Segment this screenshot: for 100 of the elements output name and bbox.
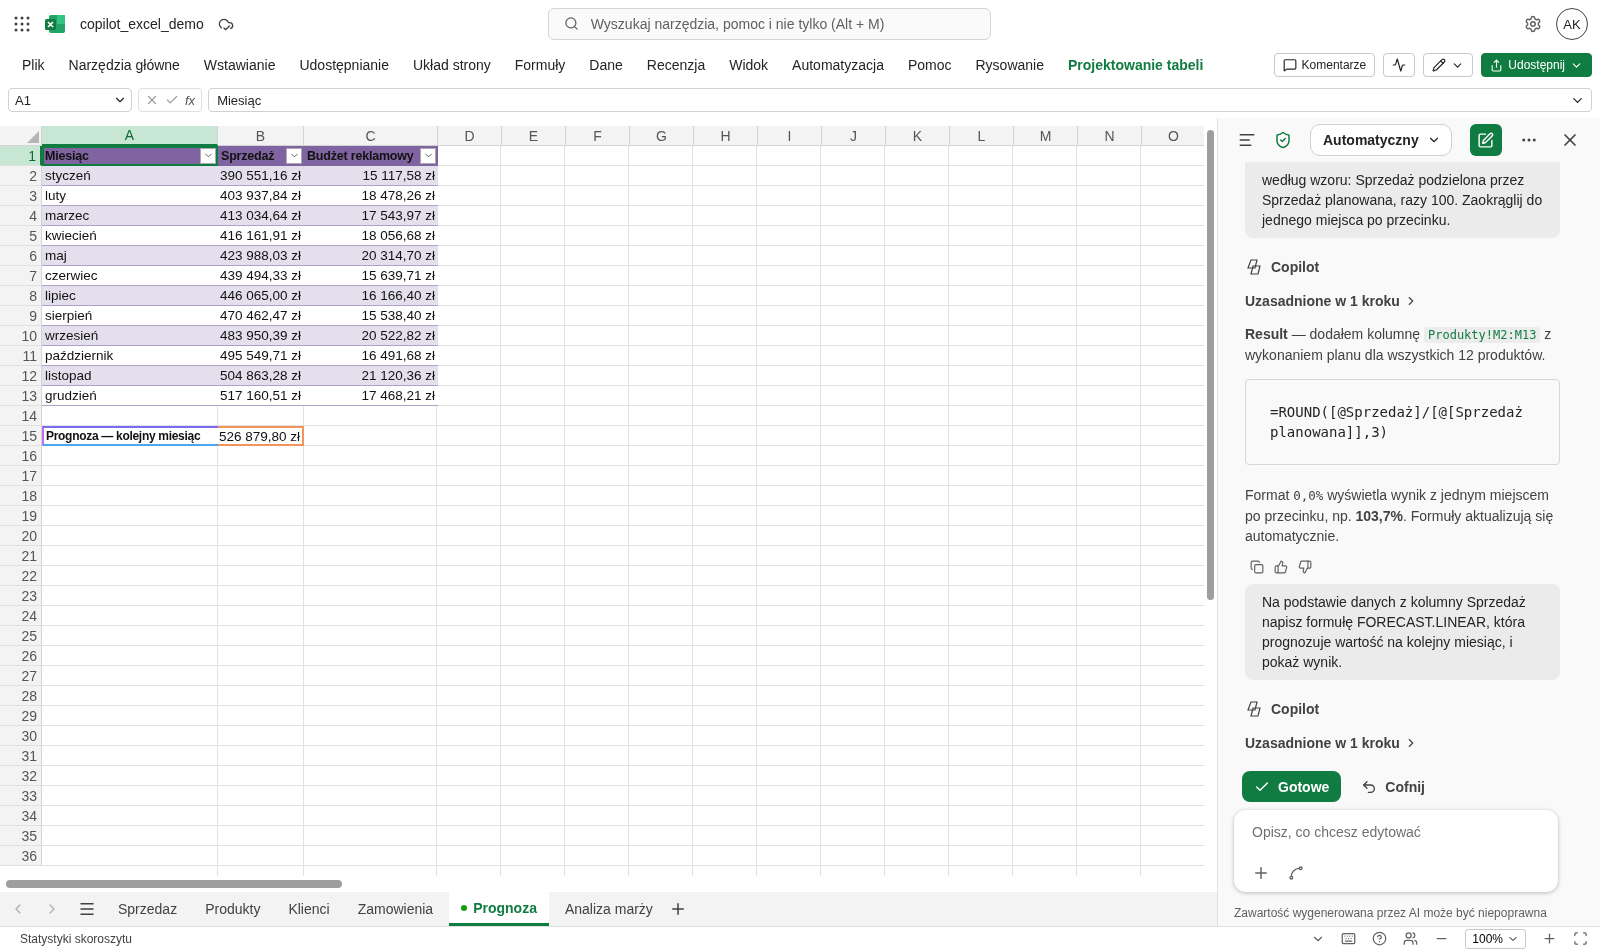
people-icon[interactable] xyxy=(1403,931,1419,946)
sheet-tab[interactable]: Klienci xyxy=(276,892,342,926)
row-header[interactable]: 36 xyxy=(0,846,42,866)
row-header[interactable]: 32 xyxy=(0,766,42,786)
row-header[interactable]: 27 xyxy=(0,666,42,686)
file-name[interactable]: copilot_excel_demo xyxy=(80,16,204,32)
confirm-icon[interactable] xyxy=(165,93,179,107)
menu-icon[interactable] xyxy=(1238,131,1256,149)
insert-function-button[interactable]: fx xyxy=(185,92,196,108)
keyboard-icon[interactable] xyxy=(1341,931,1357,946)
row-header[interactable]: 11 xyxy=(0,346,42,366)
row-header[interactable]: 29 xyxy=(0,706,42,726)
settings-icon[interactable] xyxy=(1524,15,1542,33)
ribbon-tab[interactable]: Recenzja xyxy=(634,57,718,73)
filter-button[interactable] xyxy=(286,147,302,164)
link-icon[interactable] xyxy=(1288,864,1304,882)
ribbon-tab[interactable]: Dane xyxy=(577,57,635,73)
formula-field[interactable]: Miesiąc xyxy=(208,88,1592,112)
zoom-in-icon[interactable] xyxy=(1542,931,1557,946)
row-header[interactable]: 16 xyxy=(0,446,42,466)
reasoning-link[interactable]: Uzasadnione w 1 kroku xyxy=(1245,286,1418,316)
column-header[interactable]: N xyxy=(1078,126,1142,146)
prompt-box[interactable]: Opisz, co chcesz edytować xyxy=(1234,810,1558,892)
column-header[interactable]: J xyxy=(822,126,886,146)
ribbon-tab[interactable]: Plik xyxy=(10,57,57,73)
done-button[interactable]: Gotowe xyxy=(1242,771,1342,802)
row-header[interactable]: 21 xyxy=(0,546,42,566)
share-button[interactable]: Udostępnij xyxy=(1481,53,1592,77)
row-header[interactable]: 20 xyxy=(0,526,42,546)
menu-icon[interactable] xyxy=(78,900,96,918)
prompt-field[interactable]: Opisz, co chcesz edytować xyxy=(1252,820,1544,844)
row-header[interactable]: 24 xyxy=(0,606,42,626)
scrollbar-thumb[interactable] xyxy=(1207,130,1214,600)
ribbon-tab[interactable]: Formuły xyxy=(502,57,578,73)
row-header[interactable]: 12 xyxy=(0,366,42,386)
row-header[interactable]: 7 xyxy=(0,266,42,286)
thumbs-up-icon[interactable] xyxy=(1274,560,1288,574)
row-header[interactable]: 19 xyxy=(0,506,42,526)
sheet-tab[interactable]: Zamowienia xyxy=(345,892,446,926)
column-header[interactable]: H xyxy=(694,126,758,146)
ribbon-tab[interactable]: Projektowanie tabeli xyxy=(1056,57,1216,73)
column-header[interactable]: E xyxy=(502,126,566,146)
ribbon-tab[interactable]: Widok xyxy=(717,57,781,73)
row-header[interactable]: 28 xyxy=(0,686,42,706)
ribbon-tab[interactable]: Automatyzacja xyxy=(780,57,896,73)
row-header[interactable]: 4 xyxy=(0,206,42,226)
row-header[interactable]: 10 xyxy=(0,326,42,346)
column-header[interactable]: I xyxy=(758,126,822,146)
row-header[interactable]: 2 xyxy=(0,166,42,186)
column-header[interactable]: F xyxy=(566,126,630,146)
ribbon-tab[interactable]: Narzędzia główne xyxy=(56,57,192,73)
ribbon-tab[interactable]: Układ strony xyxy=(400,57,503,73)
copy-icon[interactable] xyxy=(1250,560,1264,574)
column-header[interactable]: K xyxy=(886,126,950,146)
row-header[interactable]: 8 xyxy=(0,286,42,306)
row-header[interactable]: 18 xyxy=(0,486,42,506)
column-header[interactable]: G xyxy=(630,126,694,146)
sheet-tab[interactable]: Analiza marży xyxy=(552,892,665,926)
editing-button[interactable] xyxy=(1423,53,1474,77)
cancel-icon[interactable] xyxy=(145,93,159,107)
workbook-statistics[interactable]: Statystyki skoroszytu xyxy=(20,931,133,946)
mode-dropdown[interactable]: Automatyczny xyxy=(1310,124,1452,156)
column-header[interactable]: A xyxy=(42,126,218,146)
sheet-tab[interactable]: Prognoza xyxy=(449,892,549,926)
column-header[interactable]: M xyxy=(1014,126,1078,146)
ribbon-tab[interactable]: Pomoc xyxy=(895,57,964,73)
row-header[interactable]: 1 xyxy=(0,146,42,166)
row-header[interactable]: 35 xyxy=(0,826,42,846)
column-header[interactable]: C xyxy=(304,126,438,146)
row-header[interactable]: 22 xyxy=(0,566,42,586)
ribbon-tab[interactable]: Udostępnianie xyxy=(287,57,401,73)
activity-button[interactable] xyxy=(1383,53,1416,77)
row-header[interactable]: 25 xyxy=(0,626,42,646)
row-header[interactable]: 34 xyxy=(0,806,42,826)
column-header[interactable]: O xyxy=(1142,126,1204,146)
row-header[interactable]: 33 xyxy=(0,786,42,806)
row-header[interactable]: 23 xyxy=(0,586,42,606)
name-box[interactable]: A1 xyxy=(8,88,132,112)
row-header[interactable]: 13 xyxy=(0,386,42,406)
row-header[interactable]: 31 xyxy=(0,746,42,766)
row-header[interactable]: 15 xyxy=(0,426,42,446)
sheet-tab[interactable]: Sprzedaz xyxy=(106,892,190,926)
row-header[interactable]: 6 xyxy=(0,246,42,266)
column-header[interactable]: B xyxy=(218,126,304,146)
row-header[interactable]: 30 xyxy=(0,726,42,746)
row-header[interactable]: 9 xyxy=(0,306,42,326)
row-header[interactable]: 3 xyxy=(0,186,42,206)
column-header[interactable]: D xyxy=(438,126,502,146)
row-header[interactable]: 17 xyxy=(0,466,42,486)
thumbs-down-icon[interactable] xyxy=(1298,560,1312,574)
sheet-tab[interactable]: Produkty xyxy=(193,892,273,926)
help-icon[interactable] xyxy=(1372,931,1388,946)
reasoning-link[interactable]: Uzasadnione w 1 kroku xyxy=(1245,728,1418,758)
ribbon-tab[interactable]: Rysowanie xyxy=(963,57,1056,73)
comments-button[interactable]: Komentarze xyxy=(1273,53,1376,77)
fullscreen-icon[interactable] xyxy=(1573,931,1588,946)
row-header[interactable]: 26 xyxy=(0,646,42,666)
new-chat-button[interactable] xyxy=(1469,124,1502,156)
filter-button[interactable] xyxy=(200,147,216,164)
row-header[interactable]: 5 xyxy=(0,226,42,246)
